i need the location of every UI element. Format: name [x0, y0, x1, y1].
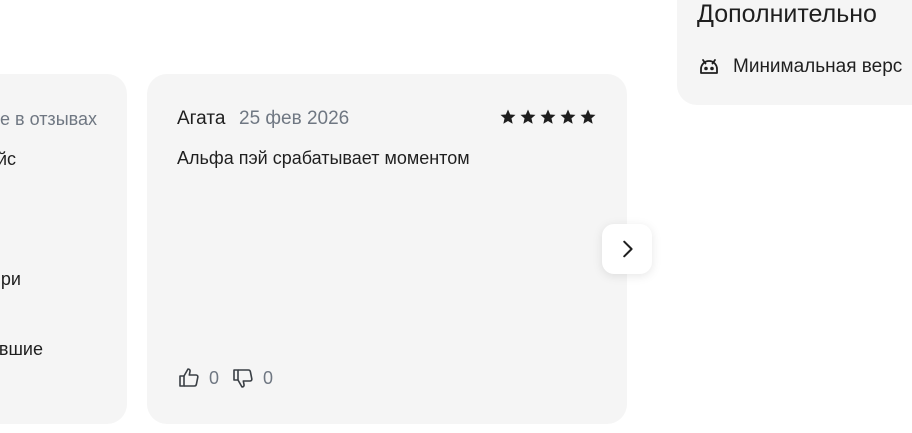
next-review-button[interactable] — [602, 224, 652, 274]
min-version-label: Минимальная верс — [733, 56, 903, 77]
additional-info-title: Дополнительно — [697, 0, 877, 28]
min-version-row: Минимальная верс — [697, 55, 902, 79]
review-card: Агата 25 фев 2026 Альфа пэй срабатывает … — [147, 74, 627, 424]
star-icon — [520, 109, 536, 124]
review-text: Альфа пэй срабатывает моментом — [177, 148, 470, 168]
additional-info-panel: Дополнительно Минимальная верс — [677, 0, 912, 105]
star-icon — [500, 109, 516, 124]
chevron-right-icon — [623, 240, 633, 258]
star-icon — [560, 109, 576, 124]
like-button[interactable]: 0 — [177, 366, 219, 390]
thumbs-up-icon — [179, 368, 199, 387]
review-card-previous: е в отзывах йс ри вшие — [0, 74, 127, 424]
review-text-fragment: йс — [0, 149, 16, 169]
review-votes: 0 0 — [177, 366, 273, 390]
review-header: Агата 25 фев 2026 — [177, 108, 597, 132]
dislike-button[interactable]: 0 — [231, 366, 273, 390]
rating-stars — [499, 108, 597, 126]
star-icon — [540, 109, 556, 124]
review-date: 25 фев 2026 — [239, 108, 350, 129]
reviews-note[interactable]: е в отзывах — [0, 109, 97, 130]
thumbs-down-icon — [233, 369, 253, 388]
star-icon — [580, 109, 596, 124]
review-author: Агата — [177, 108, 226, 129]
review-text-fragment: вшие — [0, 339, 43, 359]
review-text-fragment: ри — [0, 269, 21, 289]
android-icon — [700, 59, 718, 74]
like-count: 0 — [209, 367, 220, 388]
dislike-count: 0 — [263, 367, 274, 388]
reviews-section: е в отзывах йс ри вшие Агата 25 фев 2026… — [0, 0, 912, 433]
